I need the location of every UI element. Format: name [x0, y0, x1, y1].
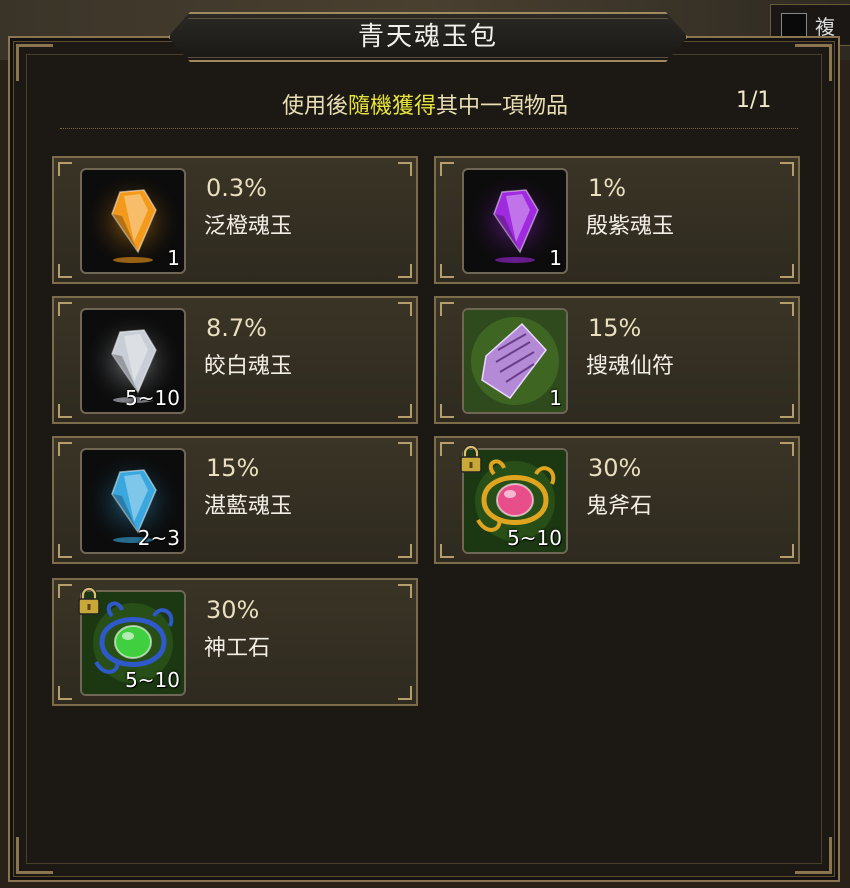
card-corner-bracket	[440, 404, 454, 418]
reward-item-card[interactable]: 1 15% 搜魂仙符	[434, 296, 800, 424]
blue-gem-icon[interactable]: 2~3	[80, 448, 186, 554]
reward-item-card[interactable]: 5~10 8.7% 皎白魂玉	[52, 296, 418, 424]
card-corner-bracket	[58, 544, 72, 558]
card-corner-bracket	[398, 442, 412, 456]
card-corner-bracket	[780, 264, 794, 278]
item-quantity: 1	[549, 246, 562, 270]
divider	[60, 128, 798, 129]
card-corner-bracket	[58, 404, 72, 418]
card-corner-bracket	[440, 302, 454, 316]
item-name: 搜魂仙符	[586, 354, 675, 379]
card-corner-bracket	[398, 544, 412, 558]
item-quantity: 5~10	[125, 668, 180, 692]
drop-chance: 8.7%	[206, 314, 267, 342]
item-quantity: 1	[167, 246, 180, 270]
drop-chance: 1%	[588, 174, 627, 202]
frame-corner-ornament	[16, 837, 53, 874]
item-name: 湛藍魂玉	[204, 494, 293, 519]
drop-chance: 30%	[206, 596, 260, 624]
card-corner-bracket	[780, 544, 794, 558]
item-name: 泛橙魂玉	[204, 214, 293, 239]
card-corner-bracket	[58, 686, 72, 700]
card-corner-bracket	[780, 404, 794, 418]
purple-gem-icon[interactable]: 1	[462, 168, 568, 274]
drop-chance: 15%	[588, 314, 642, 342]
lock-icon	[458, 444, 484, 478]
reward-item-card[interactable]: 5~10 30% 鬼斧石	[434, 436, 800, 564]
card-corner-bracket	[58, 162, 72, 176]
frame-corner-ornament	[795, 837, 832, 874]
frame-corner-ornament	[795, 44, 832, 81]
card-corner-bracket	[398, 264, 412, 278]
card-corner-bracket	[58, 302, 72, 316]
drop-chance: 30%	[588, 454, 642, 482]
reward-item-card[interactable]: 1 0.3% 泛橙魂玉	[52, 156, 418, 284]
card-corner-bracket	[398, 302, 412, 316]
reward-item-card[interactable]: 5~10 30% 神工石	[52, 578, 418, 706]
page-indicator: 1/1	[736, 88, 772, 113]
frame-corner-ornament	[16, 44, 53, 81]
orange-gem-icon[interactable]: 1	[80, 168, 186, 274]
lock-icon	[76, 586, 102, 620]
card-corner-bracket	[58, 584, 72, 598]
random-highlight: 隨機獲得	[347, 94, 436, 119]
item-name: 鬼斧石	[586, 494, 653, 519]
window-title: 青天魂玉包	[357, 22, 498, 52]
card-corner-bracket	[440, 264, 454, 278]
item-quantity: 2~3	[137, 526, 180, 550]
item-quantity: 5~10	[507, 526, 562, 550]
drop-chance: 15%	[206, 454, 260, 482]
reward-item-card[interactable]: 1 1% 殷紫魂玉	[434, 156, 800, 284]
card-corner-bracket	[440, 442, 454, 456]
item-name: 殷紫魂玉	[586, 214, 675, 239]
card-corner-bracket	[58, 264, 72, 278]
item-quantity: 1	[549, 386, 562, 410]
card-corner-bracket	[440, 162, 454, 176]
usage-description: 使用後隨機獲得其中一項物品	[281, 94, 569, 119]
card-corner-bracket	[398, 404, 412, 418]
card-corner-bracket	[780, 162, 794, 176]
white-gem-icon[interactable]: 5~10	[80, 308, 186, 414]
card-corner-bracket	[398, 584, 412, 598]
talisman-scroll-icon[interactable]: 1	[462, 308, 568, 414]
item-name: 神工石	[204, 636, 271, 661]
drop-chance: 0.3%	[206, 174, 267, 202]
item-name: 皎白魂玉	[204, 354, 293, 379]
item-quantity: 5~10	[125, 386, 180, 410]
card-corner-bracket	[780, 442, 794, 456]
card-corner-bracket	[58, 442, 72, 456]
card-corner-bracket	[398, 686, 412, 700]
card-corner-bracket	[398, 162, 412, 176]
reward-item-card[interactable]: 2~3 15% 湛藍魂玉	[52, 436, 418, 564]
card-corner-bracket	[780, 302, 794, 316]
card-corner-bracket	[440, 544, 454, 558]
